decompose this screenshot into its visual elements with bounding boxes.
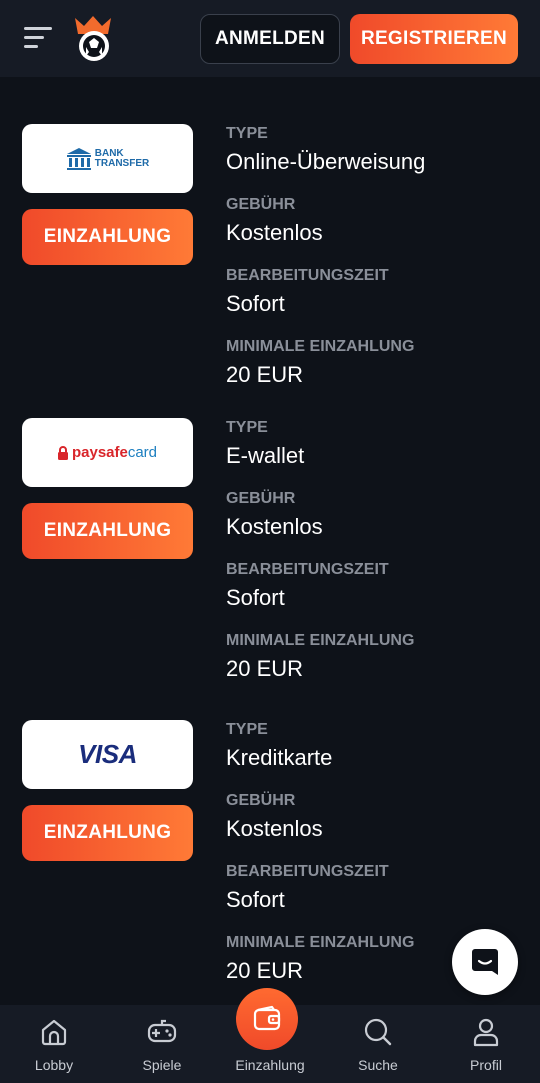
paysafe-logo-text: paysafe — [71, 444, 128, 461]
wallet-icon — [253, 1005, 281, 1031]
min-deposit-value: 20 EUR — [226, 656, 304, 681]
type-label: TYPE — [226, 125, 268, 142]
fee-value: Kostenlos — [226, 220, 323, 245]
top-header: ANMELDEN REGISTRIEREN — [0, 0, 540, 77]
processing-label: BEARBEITUNGSZEIT — [226, 863, 389, 880]
nav-lobby-label: Lobby — [34, 1057, 74, 1073]
chat-icon — [472, 949, 498, 975]
deposit-button[interactable]: EINZAHLUNG — [22, 209, 193, 265]
login-button[interactable]: ANMELDEN — [200, 14, 340, 64]
visa-logo-card: VISA — [22, 720, 193, 789]
fee-label: GEBÜHR — [226, 792, 296, 809]
paysafecard-logo-card: paysafecard — [22, 418, 193, 487]
bank-icon — [66, 147, 91, 170]
fee-value: Kostenlos — [226, 816, 323, 841]
deposit-nav-button[interactable] — [236, 988, 298, 1050]
nav-games-label: Spiele — [142, 1057, 182, 1073]
type-value: Online-Überweisung — [226, 149, 426, 174]
nav-games[interactable]: Spiele — [112, 1005, 212, 1083]
fee-label: GEBÜHR — [226, 196, 296, 213]
visa-logo: VISA — [78, 739, 137, 769]
transfer-logo-text: TRANSFER — [94, 157, 150, 169]
type-value: Kreditkarte — [226, 745, 333, 770]
nav-lobby[interactable]: Lobby — [4, 1005, 104, 1083]
user-icon — [473, 1018, 499, 1047]
processing-value: Sofort — [226, 585, 285, 610]
method-info: TYPE Online-Überweisung GEBÜHR Kostenlos… — [226, 124, 526, 408]
min-deposit-label: MINIMALE EINZAHLUNG — [226, 632, 415, 649]
nav-profile[interactable]: Profil — [436, 1005, 536, 1083]
bank-transfer-logo: BANK TRANSFER — [66, 147, 149, 171]
type-label: TYPE — [226, 721, 268, 738]
method-info: TYPE E-wallet GEBÜHR Kostenlos BEARBEITU… — [226, 418, 526, 702]
processing-value: Sofort — [226, 291, 285, 316]
min-deposit-label: MINIMALE EINZAHLUNG — [226, 338, 415, 355]
min-deposit-value: 20 EUR — [226, 362, 304, 387]
type-label: TYPE — [226, 419, 268, 436]
menu-icon[interactable] — [24, 27, 52, 49]
processing-label: BEARBEITUNGSZEIT — [226, 561, 389, 578]
register-button[interactable]: REGISTRIEREN — [350, 14, 518, 64]
lock-icon — [57, 445, 68, 460]
paysafecard-logo: paysafecard — [57, 444, 158, 461]
deposit-button[interactable]: EINZAHLUNG — [22, 805, 193, 861]
bank-logo-text: BANK — [94, 147, 124, 159]
gamepad-icon — [147, 1019, 177, 1043]
search-icon — [364, 1018, 392, 1046]
card-logo-text: card — [127, 444, 158, 461]
processing-label: BEARBEITUNGSZEIT — [226, 267, 389, 284]
nav-deposit-label: Einzahlung — [235, 1057, 305, 1073]
home-icon — [41, 1019, 67, 1046]
brand-logo[interactable] — [72, 14, 114, 64]
nav-search[interactable]: Suche — [328, 1005, 428, 1083]
fee-label: GEBÜHR — [226, 490, 296, 507]
chat-button[interactable] — [452, 929, 518, 995]
fee-value: Kostenlos — [226, 514, 323, 539]
nav-profile-label: Profil — [470, 1057, 502, 1073]
deposit-button[interactable]: EINZAHLUNG — [22, 503, 193, 559]
nav-search-label: Suche — [358, 1057, 398, 1073]
processing-value: Sofort — [226, 887, 285, 912]
bank-transfer-logo-card: BANK TRANSFER — [22, 124, 193, 193]
type-value: E-wallet — [226, 443, 305, 468]
